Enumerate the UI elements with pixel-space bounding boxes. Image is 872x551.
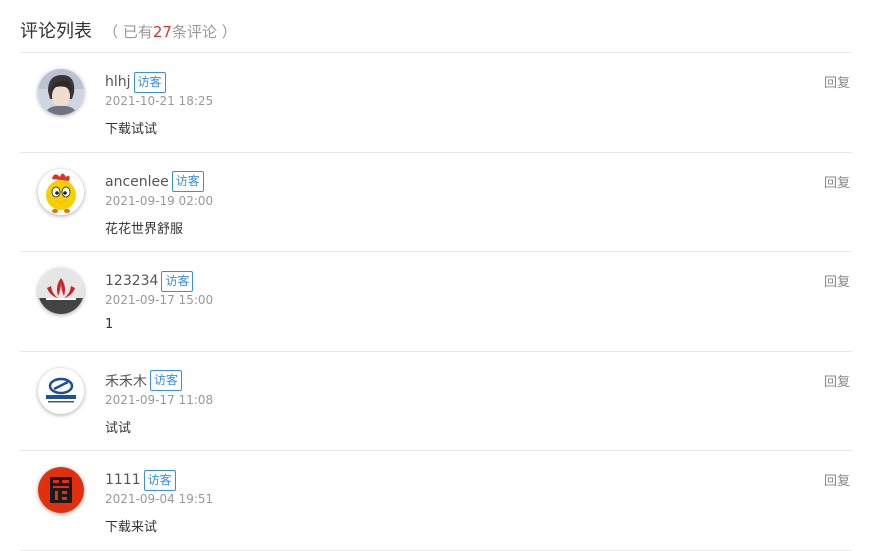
comment-count-number: 27 bbox=[152, 23, 172, 41]
comment-list-title: 评论列表 bbox=[20, 21, 92, 42]
comment-author-name[interactable]: ancenlee bbox=[105, 174, 169, 190]
reply-button[interactable]: 回复 bbox=[824, 271, 850, 290]
comment-item: ancenlee 访客 2021-09-19 02:00 花花世界舒服 回复 bbox=[20, 153, 852, 252]
comment-meta: ancenlee 访客 2021-09-19 02:00 花花世界舒服 bbox=[105, 171, 213, 237]
comment-list-header: 评论列表 （ 已有27条评论 ） bbox=[20, 0, 852, 53]
visitor-badge: 访客 bbox=[133, 71, 166, 93]
reply-button[interactable]: 回复 bbox=[824, 371, 850, 390]
comment-meta: 1111 访客 2021-09-04 19:51 下载来试 bbox=[105, 469, 213, 535]
comment-author-name[interactable]: 1111 bbox=[105, 472, 141, 488]
comment-count: （ 已有27条评论 ） bbox=[103, 23, 237, 41]
comment-count-prefix: （ 已有 bbox=[103, 23, 153, 41]
comment-text: 1 bbox=[105, 317, 114, 332]
comment-date: 2021-09-19 02:00 bbox=[105, 193, 214, 208]
visitor-badge: 访客 bbox=[161, 270, 194, 292]
red-circle-logo-avatar[interactable] bbox=[38, 467, 84, 513]
visitor-badge: 访客 bbox=[150, 370, 183, 391]
comment-date: 2021-09-17 15:00 bbox=[105, 293, 214, 307]
comment-author-line: ancenlee 访客 bbox=[105, 171, 213, 193]
comment-text: 下载试试 bbox=[105, 122, 158, 137]
red-emblem-avatar[interactable] bbox=[38, 268, 84, 314]
comment-item: 1111 访客 2021-09-04 19:51 下载来试 回复 bbox=[20, 451, 852, 551]
site-logo-avatar[interactable] bbox=[38, 367, 84, 414]
visitor-badge: 访客 bbox=[171, 171, 204, 192]
visitor-badge: 访客 bbox=[143, 469, 176, 491]
comment-text: 试试 bbox=[105, 420, 132, 436]
comment-date: 2021-10-21 18:25 bbox=[105, 94, 214, 108]
comment-author-line: 1111 访客 bbox=[105, 469, 213, 491]
comment-item: 123234 访客 2021-09-17 15:00 1 回复 bbox=[20, 252, 852, 352]
comment-meta: hlhj 访客 2021-10-21 18:25 下载试试 bbox=[105, 71, 213, 137]
comment-meta: 123234 访客 2021-09-17 15:00 1 bbox=[105, 270, 213, 332]
comment-author-line: hlhj 访客 bbox=[105, 71, 213, 93]
comment-author-name[interactable]: hlhj bbox=[105, 74, 131, 90]
comment-text: 花花世界舒服 bbox=[105, 221, 184, 237]
reply-button[interactable]: 回复 bbox=[824, 470, 850, 489]
cartoon-chick-avatar[interactable] bbox=[38, 168, 84, 215]
comment-author-name[interactable]: 123234 bbox=[105, 273, 158, 289]
comment-item: hlhj 访客 2021-10-21 18:25 下载试试 回复 bbox=[20, 53, 852, 153]
comment-text: 下载来试 bbox=[105, 520, 158, 535]
person-photo-avatar[interactable] bbox=[38, 69, 84, 115]
comment-author-line: 123234 访客 bbox=[105, 270, 213, 292]
comment-author-name[interactable]: 禾禾木 bbox=[105, 371, 147, 391]
reply-button[interactable]: 回复 bbox=[824, 72, 850, 91]
comment-date: 2021-09-04 19:51 bbox=[105, 492, 214, 506]
comment-item: 禾禾木 访客 2021-09-17 11:08 试试 回复 bbox=[20, 352, 852, 451]
comment-list-panel: 评论列表 （ 已有27条评论 ） hlhj 访客 2021-10-21 18:2… bbox=[0, 0, 872, 551]
comment-count-suffix: 条评论 ） bbox=[171, 23, 237, 41]
comment-date: 2021-09-17 11:08 bbox=[105, 392, 214, 407]
reply-button[interactable]: 回复 bbox=[824, 172, 850, 191]
comment-author-line: 禾禾木 访客 bbox=[105, 370, 213, 392]
comment-meta: 禾禾木 访客 2021-09-17 11:08 试试 bbox=[105, 370, 213, 436]
